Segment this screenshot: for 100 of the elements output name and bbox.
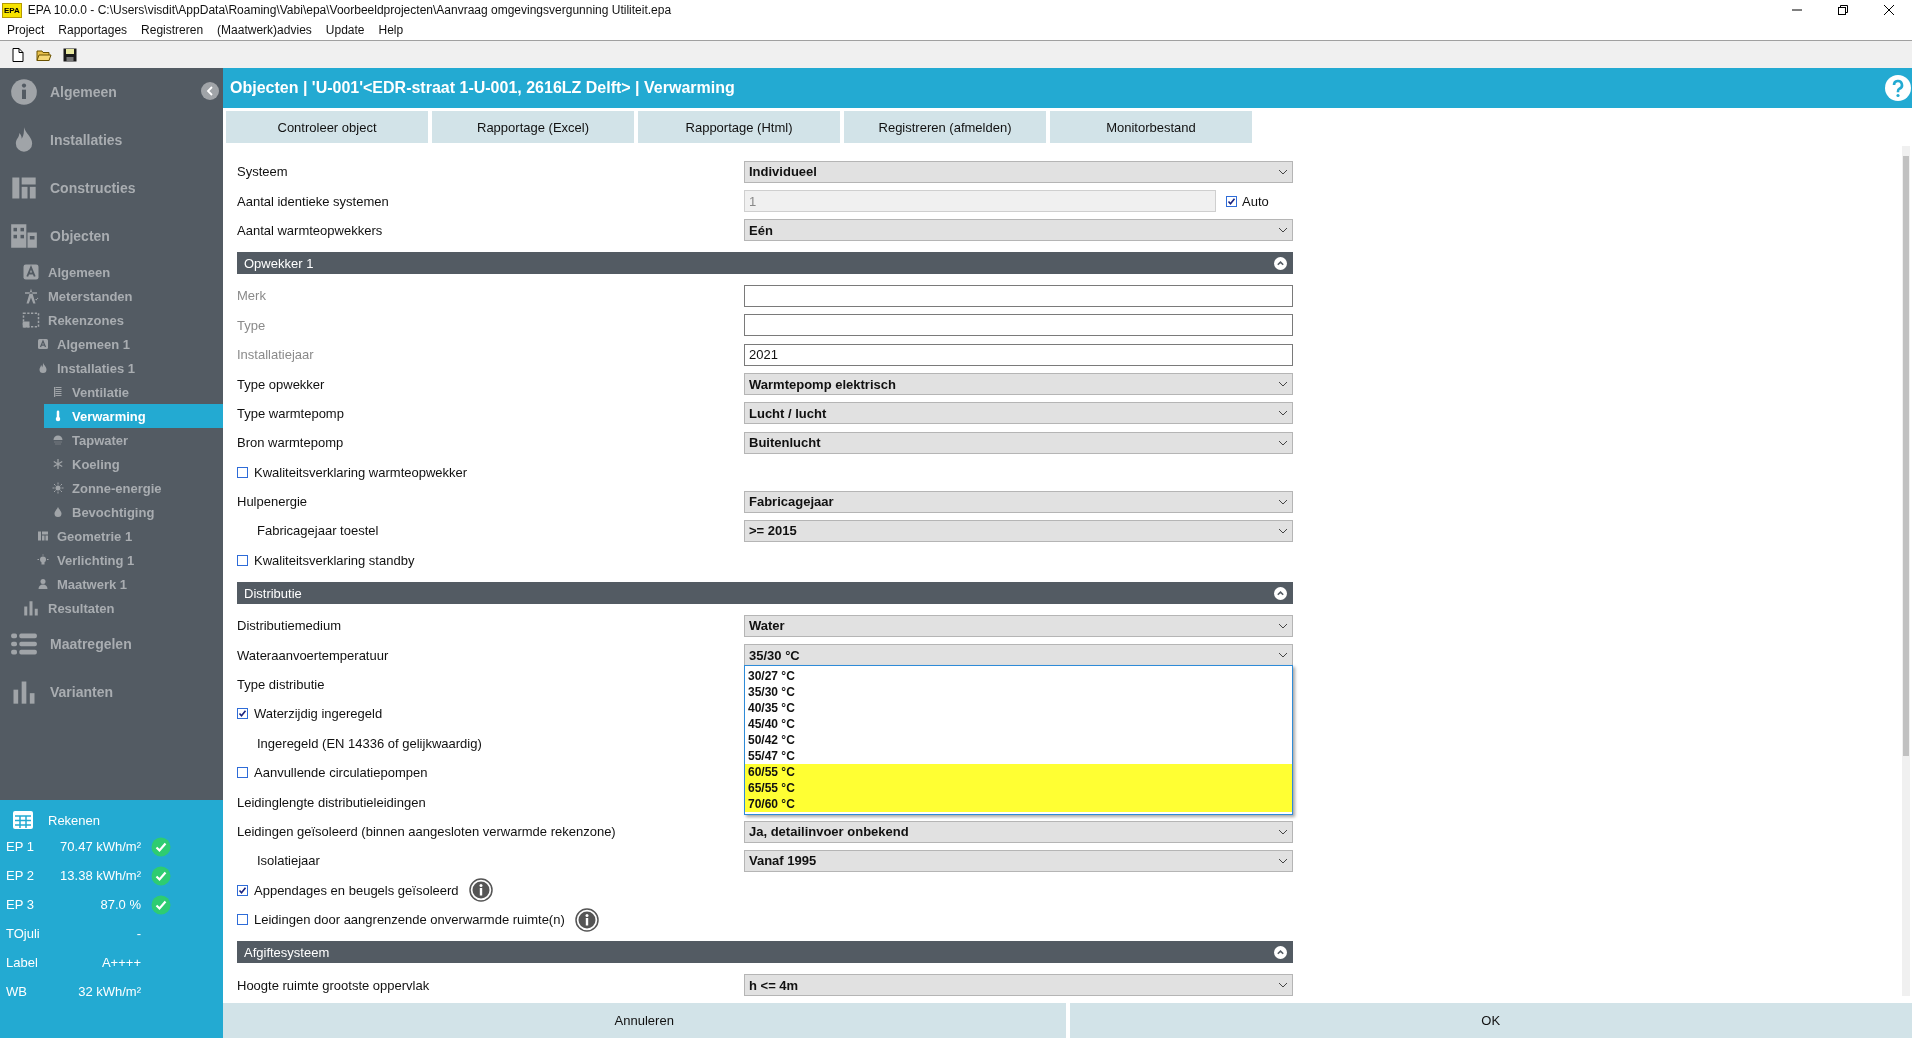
info-icon[interactable]: [468, 878, 493, 903]
flame-icon: [37, 362, 49, 374]
dropdown-option[interactable]: 65/55 °C: [745, 780, 1292, 797]
action-button[interactable]: Rapportage (Excel): [432, 111, 634, 143]
dropdown[interactable]: h <= 4m: [744, 974, 1293, 997]
collapse-icon[interactable]: [1274, 945, 1287, 959]
section-header[interactable]: Opwekker 1: [237, 252, 1293, 275]
action-button[interactable]: Registreren (afmelden): [844, 111, 1046, 143]
dropdown[interactable]: Fabricagejaar: [744, 490, 1293, 513]
field-label: Bron warmtepomp: [237, 435, 345, 451]
new-file-icon[interactable]: [10, 46, 26, 63]
checkbox-label: Auto: [1242, 193, 1269, 209]
dropdown-option[interactable]: 60/55 °C: [745, 764, 1292, 781]
action-button[interactable]: Controleer object: [226, 111, 428, 143]
chevron-down-icon: [1278, 439, 1288, 446]
menu-item[interactable]: Rapportages: [51, 23, 135, 37]
dropdown-option[interactable]: 35/30 °C: [745, 684, 1292, 701]
field-label: Systeem: [237, 164, 289, 180]
field-label: Aantal identieke systemen: [237, 193, 390, 209]
field-label: Type opwekker: [237, 376, 326, 392]
snowflake-icon: [52, 458, 64, 470]
section-header[interactable]: Afgiftesysteem: [237, 941, 1293, 964]
help-icon[interactable]: [1884, 74, 1912, 102]
field-label: Fabricagejaar toestel: [256, 523, 380, 539]
field-label: Installatiejaar: [237, 347, 315, 363]
chevron-down-icon: [1278, 982, 1288, 989]
dropdown[interactable]: Warmtepomp elektrisch: [744, 373, 1293, 396]
result-label: EP 1: [6, 839, 35, 854]
dropdown[interactable]: 35/30 °C: [744, 644, 1293, 667]
menu-item[interactable]: Project: [0, 23, 52, 37]
footer-button[interactable]: Annuleren: [223, 1003, 1066, 1038]
input-field[interactable]: [744, 284, 1293, 307]
dropdown-option[interactable]: 50/42 °C: [745, 732, 1292, 749]
menu-item[interactable]: Update: [318, 23, 372, 37]
chevron-down-icon: [1278, 528, 1288, 534]
dropdown[interactable]: Water: [744, 614, 1293, 637]
field-label: Distributiemedium: [237, 618, 343, 634]
checkbox[interactable]: [237, 884, 248, 896]
result-value: 87.0 %: [99, 897, 141, 912]
checkbox[interactable]: [237, 554, 248, 566]
input-field[interactable]: 2021: [744, 343, 1293, 366]
input-field[interactable]: [744, 314, 1293, 337]
result-value: 32 kWh/m²: [77, 984, 141, 999]
chevron-down-icon: [1278, 652, 1288, 659]
action-button[interactable]: Rapportage (Html): [638, 111, 840, 143]
chevron-down-icon: [1278, 168, 1288, 175]
result-label: EP 3: [6, 897, 35, 912]
chevron-down-icon: [1278, 828, 1288, 835]
result-value: -: [135, 926, 141, 941]
dropdown-option[interactable]: 30/27 °C: [745, 668, 1292, 685]
checkbox[interactable]: [237, 708, 248, 720]
result-value: 13.38 kWh/m²: [59, 868, 141, 883]
dropdown[interactable]: >= 2015: [744, 520, 1293, 542]
field-label: Isolatiejaar: [256, 853, 321, 869]
chevron-down-icon: [1278, 622, 1288, 629]
save-icon[interactable]: [62, 46, 78, 63]
action-button[interactable]: Monitorbestand: [1050, 111, 1252, 143]
collapse-icon[interactable]: [1274, 256, 1287, 270]
page-title: Objecten | 'U-001'<EDR-straat 1-U-001, 2616LZ Delft> | Verwarming: [230, 79, 736, 97]
dropdown-option[interactable]: 45/40 °C: [745, 716, 1292, 733]
dropdown-option[interactable]: 70/60 °C: [745, 796, 1292, 813]
field-label: Aantal warmteopwekkers: [237, 222, 384, 238]
menu-item[interactable]: Help: [371, 23, 411, 37]
section-title: Afgiftesysteem: [244, 944, 330, 960]
checkbox[interactable]: [237, 914, 248, 926]
info-icon[interactable]: [574, 907, 599, 932]
section-title: Opwekker 1: [244, 255, 314, 271]
coil-icon: [52, 386, 64, 398]
footer-button[interactable]: OK: [1069, 1003, 1912, 1038]
window-title: EPA 10.0.0 - C:\Users\visdit\AppData\Roaming\Vabi\epa\Voorbeeldprojecten\Aanvraag omgevingsvergunning Utiliteit.epa: [27, 3, 673, 17]
field-label: Leidinglengte distributieleidingen: [237, 794, 427, 810]
dropdown[interactable]: Buitenlucht: [744, 431, 1293, 454]
dropdown[interactable]: Lucht / lucht: [744, 402, 1293, 425]
checkbox-label: Appendages en beugels geïsoleerd: [254, 882, 459, 898]
result-label: TOjuli: [6, 926, 41, 941]
app-logo: EPA: [2, 2, 22, 18]
dropdown-option[interactable]: 40/35 °C: [745, 700, 1292, 717]
chevron-down-icon: [1278, 410, 1288, 417]
checkbox-label: Leidingen door aangrenzende onverwarmde ruimte(n): [254, 912, 565, 928]
result-value: A++++: [100, 955, 141, 970]
checkbox[interactable]: [237, 466, 248, 478]
person-icon: [37, 578, 49, 590]
collapse-button[interactable]: [201, 82, 219, 100]
info-icon: [10, 78, 38, 106]
menu-item[interactable]: Registreren: [134, 23, 211, 37]
tile-icon: [37, 338, 49, 350]
dropdown[interactable]: Vanaf 1995: [744, 849, 1293, 872]
result-value: 70.47 kWh/m²: [59, 839, 141, 854]
menu-item[interactable]: (Maatwerk)advies: [210, 23, 319, 37]
layout-icon: [37, 530, 49, 542]
field-label: Type warmtepomp: [237, 405, 345, 421]
checkbox[interactable]: [237, 767, 248, 779]
scrollbar[interactable]: [1902, 146, 1910, 996]
collapse-icon[interactable]: [1274, 586, 1287, 600]
dashed-square-icon: [22, 311, 40, 329]
dropdown[interactable]: Eén: [744, 219, 1293, 242]
dropdown-option[interactable]: 55/47 °C: [745, 748, 1292, 765]
dropdown[interactable]: Ja, detailinvoer onbekend: [744, 820, 1293, 843]
dropdown[interactable]: Individueel: [744, 160, 1293, 183]
section-header[interactable]: Distributie: [237, 582, 1293, 605]
